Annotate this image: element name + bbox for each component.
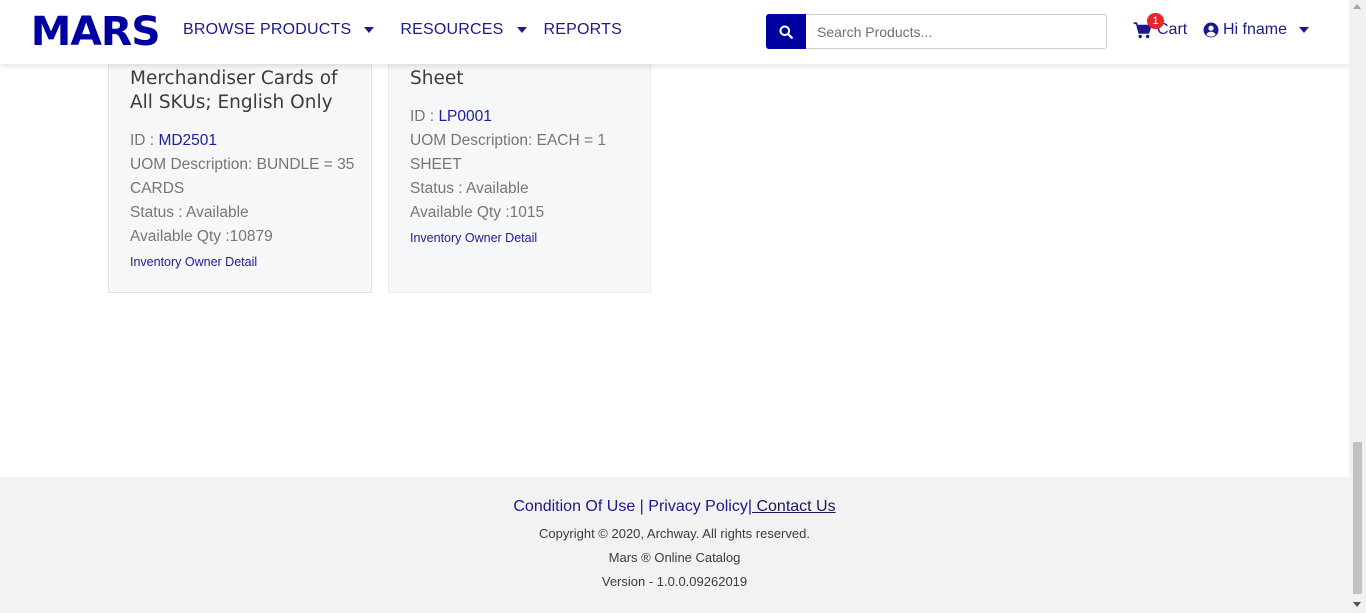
- cart-link[interactable]: 1 Cart: [1133, 13, 1187, 39]
- footer-links: Condition Of Use | Privacy Policy| Conta…: [0, 498, 1349, 516]
- search-icon: [779, 25, 793, 39]
- id-label: ID :: [410, 108, 435, 125]
- user-greeting: Hi fname: [1223, 21, 1288, 38]
- product-id-row: ID : MD2501: [130, 129, 355, 153]
- chevron-down-icon: [364, 27, 375, 33]
- search-input[interactable]: [806, 14, 1107, 49]
- chevron-down-icon: [1299, 27, 1310, 33]
- top-navbar: MARS BROWSE PRODUCTS RESOURCES REPORTS S…: [0, 0, 1349, 64]
- scrollbar-thumb[interactable]: [1353, 442, 1362, 594]
- product-title: Sheet: [410, 68, 464, 89]
- available-qty: Available Qty :10879: [130, 228, 273, 245]
- user-menu[interactable]: Hi fname: [1203, 21, 1310, 39]
- nav-resources[interactable]: RESOURCES: [400, 21, 527, 39]
- catalog-name: Mars ® Online Catalog: [608, 550, 741, 565]
- product-card[interactable]: Sheet ID : LP0001 UOM Description: EACH …: [388, 40, 651, 293]
- cart-count-badge: 1: [1147, 13, 1164, 29]
- link-separator: |: [639, 498, 644, 515]
- page: Merchandiser Cards of All SKUs; English …: [0, 0, 1349, 613]
- product-search: [766, 14, 1107, 49]
- product-details: ID : MD2501 UOM Description: BUNDLE = 35…: [130, 129, 355, 274]
- nav-label: RESOURCES: [400, 21, 504, 38]
- nav-browse-products[interactable]: BROWSE PRODUCTS: [183, 21, 375, 39]
- uom-description: UOM Description: EACH = 1 SHEET: [410, 132, 606, 173]
- product-status: Status : Available: [410, 180, 529, 197]
- privacy-policy-link[interactable]: Privacy Policy: [648, 498, 748, 515]
- page-footer: Condition Of Use | Privacy Policy| Conta…: [0, 477, 1349, 613]
- scroll-up-arrow-icon[interactable]: [1353, 4, 1361, 9]
- product-status: Status : Available: [130, 204, 249, 221]
- nav-label: BROWSE PRODUCTS: [183, 21, 352, 38]
- copyright-text: Copyright © 2020, Archway. All rights re…: [539, 526, 810, 541]
- nav-label: REPORTS: [543, 21, 622, 38]
- version-text: Version - 1.0.0.09262019: [601, 574, 748, 589]
- contact-us-link[interactable]: Contact Us: [752, 498, 835, 515]
- product-title: Merchandiser Cards of All SKUs; English …: [130, 68, 338, 113]
- inventory-owner-link[interactable]: Inventory Owner Detail: [130, 250, 355, 274]
- inventory-owner-link[interactable]: Inventory Owner Detail: [410, 226, 635, 250]
- scroll-down-arrow-icon[interactable]: [1353, 602, 1361, 607]
- product-details: ID : LP0001 UOM Description: EACH = 1 SH…: [410, 105, 635, 250]
- product-card[interactable]: Merchandiser Cards of All SKUs; English …: [108, 40, 372, 293]
- main-nav: BROWSE PRODUCTS RESOURCES REPORTS: [183, 21, 622, 39]
- user-circle-icon: [1203, 22, 1219, 38]
- uom-description: UOM Description: BUNDLE = 35 CARDS: [130, 156, 355, 197]
- condition-of-use-link[interactable]: Condition Of Use: [513, 498, 635, 515]
- vertical-scrollbar[interactable]: [1349, 0, 1366, 613]
- product-id: MD2501: [158, 132, 218, 149]
- available-qty: Available Qty :1015: [410, 204, 545, 221]
- product-id: LP0001: [438, 108, 492, 125]
- product-id-row: ID : LP0001: [410, 105, 635, 129]
- search-button[interactable]: [766, 14, 806, 49]
- chevron-down-icon: [516, 27, 527, 33]
- id-label: ID :: [130, 132, 155, 149]
- nav-reports[interactable]: REPORTS: [544, 21, 622, 39]
- mars-logo[interactable]: MARS: [31, 9, 161, 55]
